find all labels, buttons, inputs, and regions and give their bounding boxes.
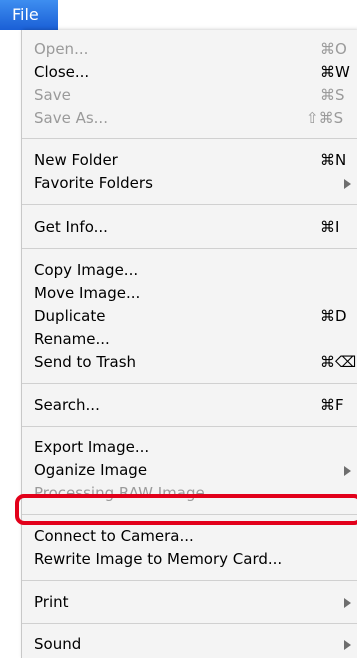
menu-item-close[interactable]: Close... ⌘W xyxy=(22,61,357,84)
menu-item-label: Copy Image... xyxy=(34,261,139,279)
menu-item-shortcut: ⌘I xyxy=(320,218,340,236)
menu-separator xyxy=(22,383,357,384)
menu-item-save: Save ⌘S xyxy=(22,84,357,107)
menu-item-new-folder[interactable]: New Folder ⌘N xyxy=(22,149,357,172)
submenu-arrow-icon xyxy=(344,598,351,608)
file-menu: Open... ⌘O Close... ⌘W Save ⌘S Save As..… xyxy=(21,30,357,658)
menu-item-shortcut: ⌘S xyxy=(320,86,345,104)
menu-item-shortcut: ⌘O xyxy=(320,40,347,58)
menu-item-copy-image[interactable]: Copy Image... xyxy=(22,259,357,282)
menu-item-shortcut: ⌘F xyxy=(320,396,344,414)
menu-item-export-image[interactable]: Export Image... xyxy=(22,436,357,459)
menu-item-label: Rewrite Image to Memory Card... xyxy=(34,550,283,568)
menu-item-label: Connect to Camera... xyxy=(34,527,194,545)
menu-item-label: Oganize Image xyxy=(34,461,148,479)
menu-item-print[interactable]: Print xyxy=(22,591,357,614)
menu-item-label: Close... xyxy=(34,63,90,81)
menu-item-shortcut: ⇧⌘S xyxy=(306,109,344,127)
menu-item-shortcut: ⌘D xyxy=(320,307,347,325)
menu-item-label: Duplicate xyxy=(34,307,106,325)
menu-item-label: Export Image... xyxy=(34,438,150,456)
menu-item-open: Open... ⌘O xyxy=(22,38,357,61)
menu-item-connect-to-camera[interactable]: Connect to Camera... xyxy=(22,525,357,548)
menu-item-shortcut: ⌘⌫ xyxy=(320,353,357,371)
menu-item-label: Print xyxy=(34,593,69,611)
submenu-arrow-icon xyxy=(344,179,351,189)
menu-item-label: Send to Trash xyxy=(34,353,137,371)
menu-item-save-as: Save As... ⇧⌘S xyxy=(22,107,357,130)
menu-item-label: Open... xyxy=(34,40,89,58)
menu-item-label: Save xyxy=(34,86,71,104)
menu-item-label: New Folder xyxy=(34,151,118,169)
menu-item-sound[interactable]: Sound xyxy=(22,633,357,656)
menu-item-search[interactable]: Search... ⌘F xyxy=(22,394,357,417)
menu-item-label: Move Image... xyxy=(34,284,141,302)
menu-separator xyxy=(22,204,357,205)
menu-item-shortcut: ⌘W xyxy=(320,63,350,81)
menu-item-label: Search... xyxy=(34,396,100,414)
menu-item-label: Sound xyxy=(34,635,82,653)
menu-item-rename[interactable]: Rename... xyxy=(22,328,357,351)
annotation-highlight-box xyxy=(15,494,357,525)
menu-item-get-info[interactable]: Get Info... ⌘I xyxy=(22,216,357,239)
submenu-arrow-icon xyxy=(344,640,351,650)
menu-separator xyxy=(22,248,357,249)
submenu-arrow-icon xyxy=(344,466,351,476)
menu-item-send-to-trash[interactable]: Send to Trash ⌘⌫ xyxy=(22,351,357,374)
menubar: File xyxy=(0,0,357,30)
menu-item-organize-image[interactable]: Oganize Image xyxy=(22,459,357,482)
menu-separator xyxy=(22,623,357,624)
menu-item-rewrite-to-memory-card[interactable]: Rewrite Image to Memory Card... xyxy=(22,548,357,571)
menu-item-move-image[interactable]: Move Image... xyxy=(22,282,357,305)
menu-item-label: Favorite Folders xyxy=(34,174,153,192)
menu-item-shortcut: ⌘N xyxy=(320,151,347,169)
menu-item-label: Save As... xyxy=(34,109,108,127)
menu-item-duplicate[interactable]: Duplicate ⌘D xyxy=(22,305,357,328)
menu-separator xyxy=(22,138,357,139)
menu-separator xyxy=(22,580,357,581)
menu-title-file[interactable]: File xyxy=(0,0,58,30)
menu-item-label: Rename... xyxy=(34,330,110,348)
menu-separator xyxy=(22,426,357,427)
menu-item-favorite-folders[interactable]: Favorite Folders xyxy=(22,172,357,195)
menu-item-label: Get Info... xyxy=(34,218,108,236)
